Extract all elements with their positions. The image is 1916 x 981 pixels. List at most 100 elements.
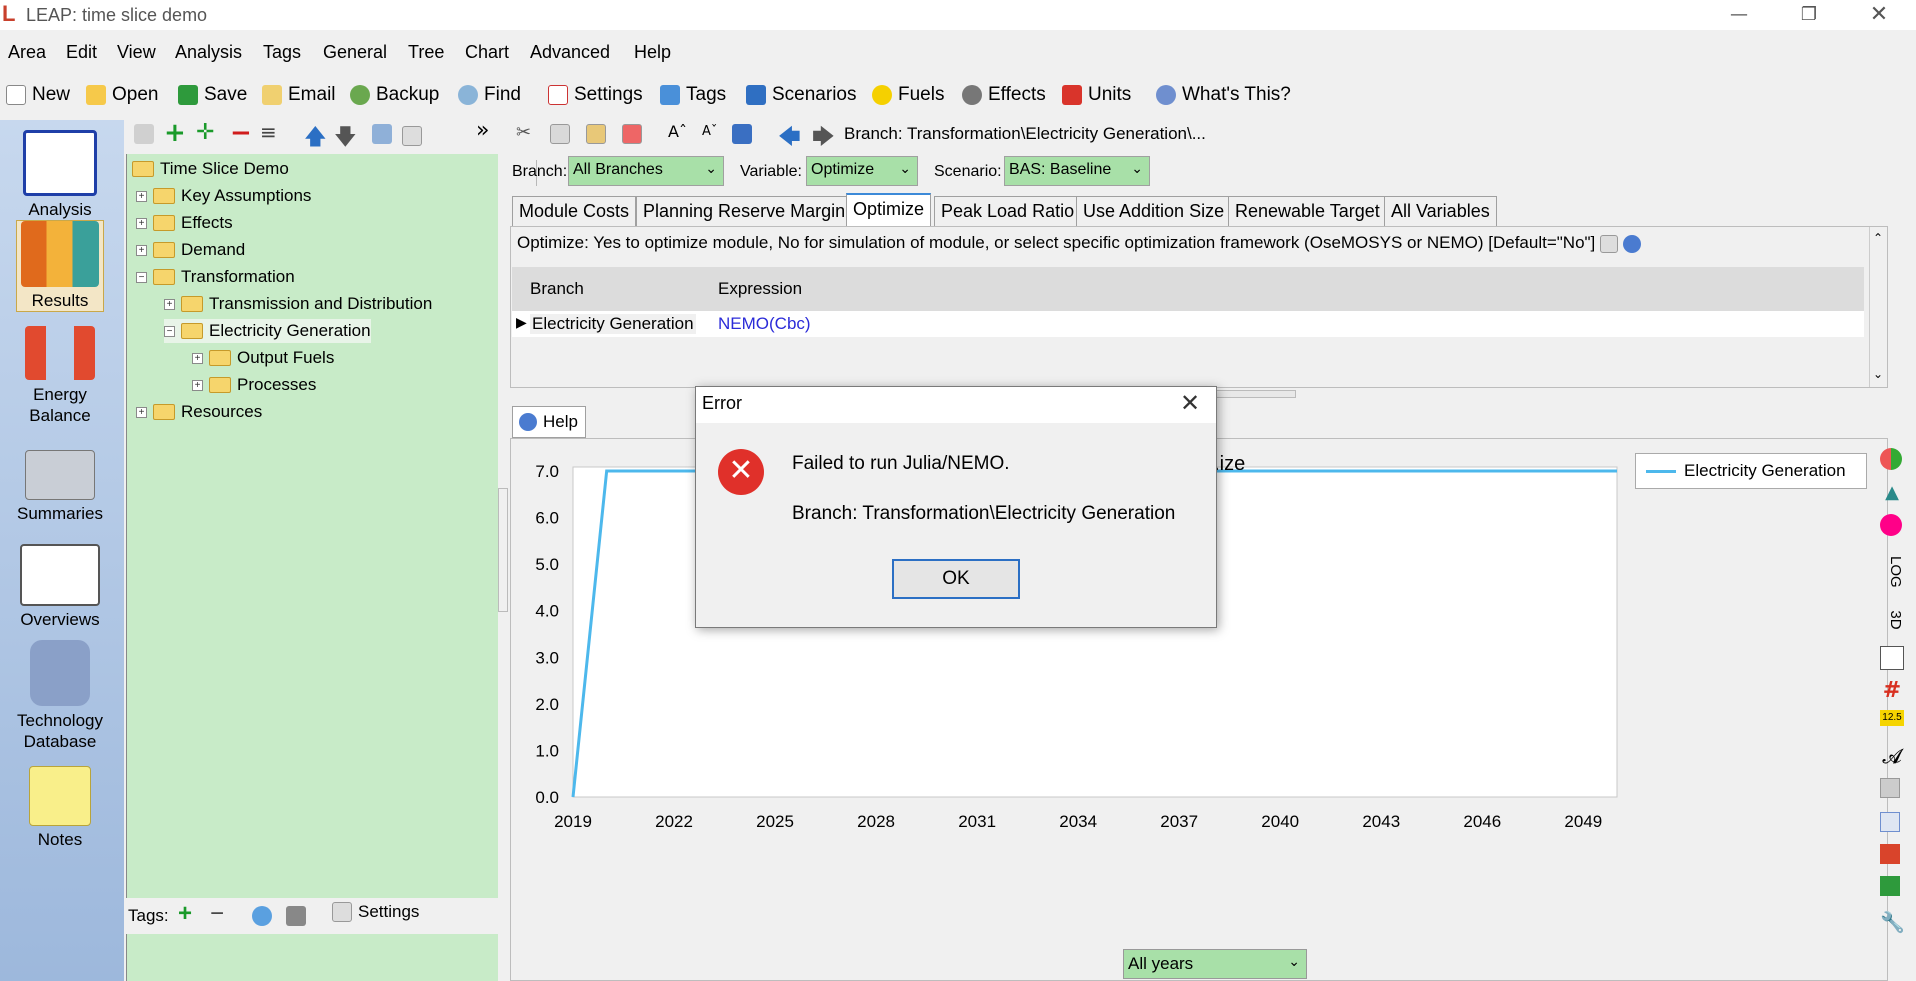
pie-chart-icon[interactable] [1880, 448, 1902, 470]
close-window-button[interactable]: ✕ [1856, 0, 1902, 30]
tree-node-electricity-generation[interactable]: − Electricity Generation [164, 319, 371, 343]
view-overviews[interactable]: Overviews [0, 544, 120, 630]
settings-button[interactable]: Settings [548, 80, 643, 110]
three-d-toggle[interactable]: 3D [1880, 608, 1904, 632]
view-summaries[interactable]: Summaries [0, 450, 120, 524]
font-decrease-icon[interactable]: Aˇ [702, 124, 717, 139]
panel-collapse-handle[interactable] [498, 488, 508, 612]
collapse-icon[interactable]: − [136, 271, 147, 283]
tab-all-variables[interactable]: All Variables [1384, 196, 1497, 226]
number-format-icon[interactable]: 12.5 [1880, 710, 1904, 726]
menu-tree[interactable]: Tree [408, 42, 444, 63]
settings-icon[interactable] [1600, 234, 1619, 253]
menu-area[interactable]: Area [8, 42, 46, 63]
cell-branch[interactable]: Electricity Generation [530, 314, 696, 334]
help-icon[interactable] [1622, 234, 1641, 253]
tab-help[interactable]: Help [512, 406, 586, 438]
effects-button[interactable]: Effects [962, 80, 1046, 110]
table-scrollbar[interactable]: ⌃ ⌄ [1869, 227, 1887, 387]
expand-icon[interactable]: + [136, 217, 147, 229]
clear-tags-icon[interactable] [286, 906, 306, 926]
copy-icon[interactable] [550, 124, 570, 144]
remove-tag-icon[interactable]: − [210, 900, 224, 928]
move-up-icon[interactable]: 🡅 [304, 120, 327, 158]
paste-icon[interactable] [586, 124, 606, 144]
expand-icon[interactable]: + [136, 190, 147, 202]
tree-node-transmission-and-distribution[interactable]: + Transmission and Distribution [164, 292, 432, 316]
close-icon[interactable]: ✕ [1180, 389, 1200, 418]
collapse-icon[interactable]: ≡ [260, 120, 277, 144]
log-scale-toggle[interactable]: LOG [1880, 556, 1904, 588]
save-button[interactable]: Save [178, 80, 247, 110]
copy-chart-icon[interactable] [1880, 812, 1900, 832]
view-energy-balance[interactable]: Energy Balance [0, 326, 120, 426]
table-row[interactable]: ▶ Electricity Generation NEMO(Cbc) [512, 311, 1864, 337]
email-button[interactable]: Email [262, 80, 336, 110]
scenarios-button[interactable]: Scenarios [746, 80, 857, 110]
menu-view[interactable]: View [117, 42, 156, 63]
import-icon[interactable] [622, 124, 642, 144]
forward-arrow-icon[interactable]: 🡆 [812, 120, 835, 158]
tree-properties-icon[interactable] [134, 124, 154, 144]
menu-edit[interactable]: Edit [66, 42, 97, 63]
menu-analysis[interactable]: Analysis [175, 42, 242, 63]
scroll-up-icon[interactable]: ⌃ [1873, 231, 1883, 245]
tree-node-effects[interactable]: + Effects [136, 211, 233, 235]
expand-icon[interactable]: + [192, 379, 203, 391]
fuels-button[interactable]: Fuels [872, 80, 944, 110]
variable-select[interactable]: Optimize ⌄ [806, 156, 918, 186]
open-button[interactable]: Open [86, 80, 158, 110]
column-header-branch[interactable]: Branch [530, 279, 584, 299]
tree-node-transformation[interactable]: − Transformation [136, 265, 295, 289]
folder-icon[interactable] [402, 126, 422, 146]
tree-node-output-fuels[interactable]: + Output Fuels [192, 346, 334, 370]
backup-button[interactable]: Backup [350, 80, 439, 110]
add-branch-icon[interactable]: + [164, 118, 186, 148]
grid-icon[interactable]: # [1880, 678, 1904, 703]
menu-tags[interactable]: Tags [263, 42, 301, 63]
add-tag-icon[interactable]: + [178, 900, 192, 928]
find-button[interactable]: Find [458, 80, 521, 110]
tab-module-costs[interactable]: Module Costs [512, 196, 637, 226]
more-tools-icon[interactable]: » [476, 118, 489, 143]
expand-icon[interactable]: + [192, 352, 203, 364]
expand-icon[interactable]: + [164, 298, 175, 310]
back-arrow-icon[interactable]: 🡄 [778, 120, 801, 158]
collapse-icon[interactable]: − [164, 325, 175, 337]
tag-colors-icon[interactable] [252, 906, 272, 926]
menu-help[interactable]: Help [634, 42, 671, 63]
cell-expression[interactable]: NEMO(Cbc) [718, 314, 811, 334]
scenario-select[interactable]: BAS: Baseline ⌄ [1004, 156, 1150, 186]
menu-advanced[interactable]: Advanced [530, 42, 610, 63]
tags-button[interactable]: Tags [660, 80, 726, 110]
add-multiple-icon[interactable]: ✛ [196, 120, 214, 145]
tree-node-resources[interactable]: + Resources [136, 400, 262, 424]
menu-general[interactable]: General [323, 42, 387, 63]
tab-use-addition-size[interactable]: Use Addition Size [1076, 196, 1232, 226]
print-icon[interactable] [1880, 778, 1900, 798]
tree-root[interactable]: Time Slice Demo [132, 157, 289, 181]
whats-this-button[interactable]: What's This? [1156, 80, 1291, 110]
delete-branch-icon[interactable]: − [230, 118, 252, 148]
font-icon[interactable]: 𝓐 [1880, 744, 1904, 768]
powerpoint-export-icon[interactable] [1880, 844, 1900, 864]
chart-type-icon[interactable] [732, 124, 752, 144]
tags-settings-button[interactable]: Settings [332, 902, 419, 922]
branch-select[interactable]: All Branches ⌄ [568, 156, 724, 186]
tab-peak-load-ratio[interactable]: Peak Load Ratio [934, 196, 1082, 226]
restore-button[interactable]: ❐ [1786, 0, 1832, 30]
splitter-handle[interactable] [1216, 390, 1296, 398]
tree-node-demand[interactable]: + Demand [136, 238, 245, 262]
expand-icon[interactable]: + [136, 244, 147, 256]
tree-node-key-assumptions[interactable]: + Key Assumptions [136, 184, 311, 208]
tree-node-processes[interactable]: + Processes [192, 373, 316, 397]
years-select[interactable]: All years ⌄ [1123, 949, 1307, 979]
tab-renewable-target[interactable]: Renewable Target [1228, 196, 1387, 226]
tree-view-icon[interactable] [372, 124, 392, 144]
table-view-icon[interactable] [1880, 646, 1904, 670]
view-analysis[interactable]: Analysis [0, 130, 120, 220]
expand-icon[interactable]: + [136, 406, 147, 418]
font-increase-icon[interactable]: Aˆ [668, 122, 687, 141]
view-notes[interactable]: Notes [0, 766, 120, 850]
tab-planning-reserve-margin[interactable]: Planning Reserve Margin [636, 196, 853, 226]
